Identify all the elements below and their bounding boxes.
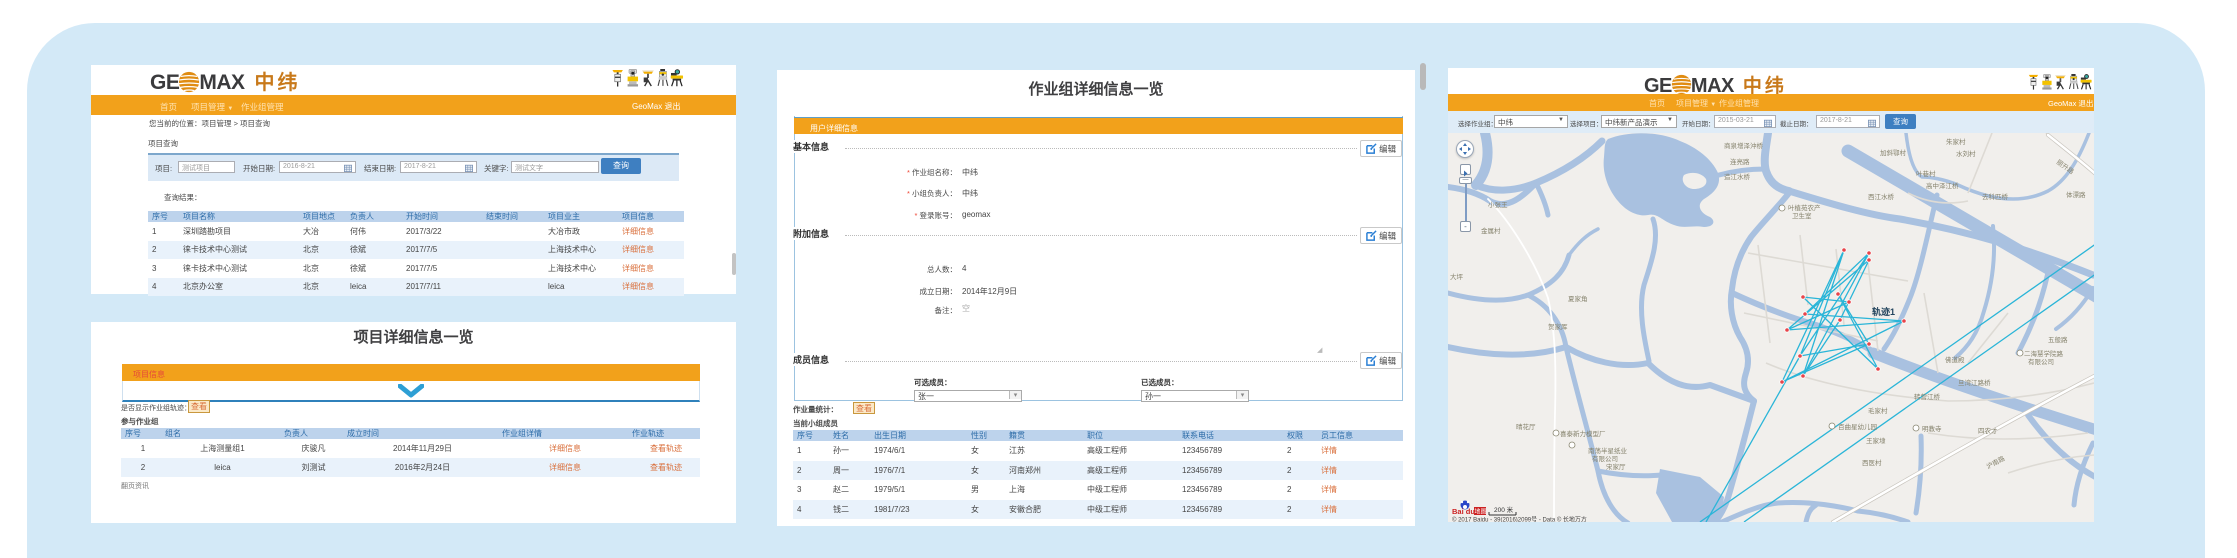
svg-text:佛道殿: 佛道殿 — [1945, 355, 1965, 364]
svg-text:小张王: 小张王 — [1488, 200, 1508, 209]
svg-text:毛家村: 毛家村 — [1868, 406, 1888, 415]
svg-text:轨迹1: 轨迹1 — [1872, 306, 1895, 317]
svg-text:宋家厅: 宋家厅 — [1606, 462, 1626, 471]
svg-text:南荡半星纸业: 南荡半星纸业 — [1588, 446, 1628, 455]
svg-text:贺家厍: 贺家厍 — [1548, 322, 1568, 331]
svg-text:明教寺: 明教寺 — [1922, 424, 1942, 433]
svg-text:去科匹桥: 去科匹桥 — [1982, 192, 2009, 201]
svg-text:大坪: 大坪 — [1450, 272, 1464, 281]
svg-text:旦湾江路桥: 旦湾江路桥 — [1958, 378, 1991, 387]
svg-text:高中泽江桥: 高中泽江桥 — [1926, 181, 1959, 190]
svg-text:叶植苑农产: 叶植苑农产 — [1788, 203, 1821, 212]
svg-text:金属村: 金属村 — [1481, 226, 1501, 235]
svg-text:水刘村: 水刘村 — [1956, 149, 1976, 158]
svg-text:喜泰新力模型厂: 喜泰新力模型厂 — [1560, 429, 1606, 438]
svg-text:二海慧学院路: 二海慧学院路 — [2024, 349, 2064, 358]
svg-text:夏家角: 夏家角 — [1568, 294, 1588, 303]
svg-text:四农才: 四农才 — [1978, 426, 1998, 435]
svg-text:五般路: 五般路 — [2048, 335, 2068, 344]
svg-text:西江水桥: 西江水桥 — [1868, 192, 1895, 201]
svg-text:晴花厅: 晴花厅 — [1516, 422, 1536, 431]
svg-text:卫生室: 卫生室 — [1792, 211, 1812, 220]
svg-text:加斜鄂村: 加斜鄂村 — [1880, 148, 1907, 157]
svg-text:商泉增泽沖桥: 商泉增泽沖桥 — [1724, 141, 1764, 150]
svg-text:Bai du: Bai du — [1452, 507, 1475, 516]
svg-text:有限公司: 有限公司 — [2028, 357, 2054, 366]
svg-text:有限公司: 有限公司 — [1592, 454, 1618, 463]
svg-text:体漂路: 体漂路 — [2066, 190, 2086, 199]
svg-text:造江水桥: 造江水桥 — [1724, 172, 1751, 181]
svg-text:西医村: 西医村 — [1862, 458, 1882, 467]
svg-text:连亮路: 连亮路 — [1730, 157, 1750, 166]
svg-text:200 米: 200 米 — [1494, 505, 1514, 514]
svg-text:百曲星幼儿园: 百曲星幼儿园 — [1838, 422, 1877, 431]
svg-text:转营江桥: 转营江桥 — [1914, 392, 1941, 401]
svg-text:地图: 地图 — [1475, 508, 1487, 516]
svg-text:王家埭: 王家埭 — [1866, 436, 1886, 445]
svg-text:朱家村: 朱家村 — [1946, 137, 1966, 146]
svg-text:叶巷村: 叶巷村 — [1916, 169, 1936, 178]
